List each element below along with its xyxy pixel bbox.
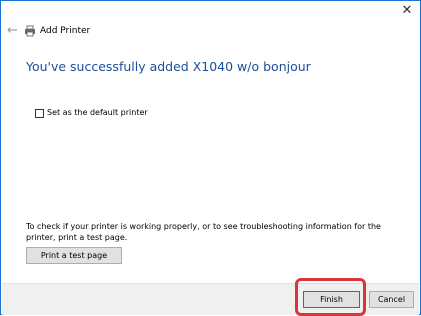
add-printer-window: ✕ ← Add Printer You've successfully adde…	[0, 0, 421, 316]
finish-highlight-box	[295, 278, 366, 316]
close-icon[interactable]: ✕	[400, 4, 414, 18]
nav-title: Add Printer	[40, 26, 91, 36]
cancel-button[interactable]: Cancel	[369, 291, 414, 308]
page-heading: You've successfully added X1040 w/o bonj…	[26, 59, 311, 74]
default-printer-option[interactable]: Set as the default printer	[35, 107, 148, 119]
default-printer-checkbox[interactable]	[35, 108, 44, 118]
printer-icon	[25, 25, 35, 37]
title-bar: ✕	[1, 1, 420, 23]
print-test-page-button[interactable]: Print a test page	[26, 247, 122, 264]
back-arrow-icon[interactable]: ←	[7, 24, 19, 38]
test-page-info-text: To check if your printer is working prop…	[26, 222, 381, 242]
default-printer-label[interactable]: Set as the default printer	[47, 108, 148, 118]
nav-row: ← Add Printer	[1, 23, 420, 43]
